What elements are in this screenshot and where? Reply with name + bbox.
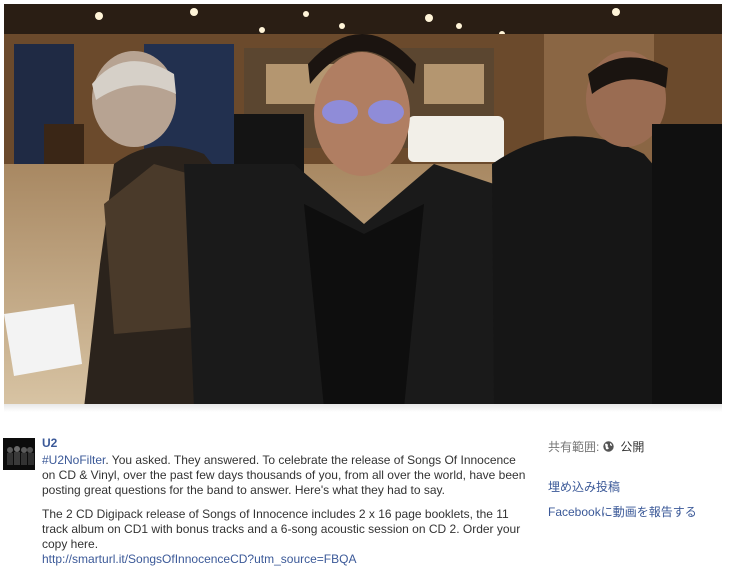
embed-post-link[interactable]: 埋め込み投稿 [548, 478, 723, 495]
post-sidebar: 共有範囲: 公開 埋め込み投稿 Facebookに動画を報告する [548, 438, 723, 520]
post-paragraph-2-text: The 2 CD Digipack release of Songs of In… [42, 507, 521, 551]
post-paragraph-1: #U2NoFilter. You asked. They answered. T… [42, 453, 532, 498]
report-video-link[interactable]: Facebookに動画を報告する [548, 503, 723, 520]
video-frame [4, 4, 722, 408]
order-url-link[interactable]: http://smarturl.it/SongsOfInnocenceCD?ut… [42, 552, 356, 566]
post-message: #U2NoFilter. You asked. They answered. T… [42, 453, 532, 567]
post-paragraph-2: The 2 CD Digipack release of Songs of In… [42, 507, 532, 567]
globe-icon [603, 441, 615, 452]
video-bottom-shadow [4, 404, 722, 412]
privacy-label: 共有範囲: [548, 440, 600, 454]
page-name-link[interactable]: U2 [42, 436, 57, 450]
privacy-value: 公開 [620, 440, 645, 454]
avatar[interactable] [3, 438, 35, 470]
post-paragraph-1-text: . You asked. They answered. To celebrate… [42, 453, 526, 497]
video-player[interactable] [4, 4, 722, 408]
post: U2 #U2NoFilter. You asked. They answered… [0, 430, 730, 572]
hashtag-link[interactable]: #U2NoFilter [42, 453, 105, 467]
privacy-setting: 共有範囲: 公開 [548, 438, 723, 455]
